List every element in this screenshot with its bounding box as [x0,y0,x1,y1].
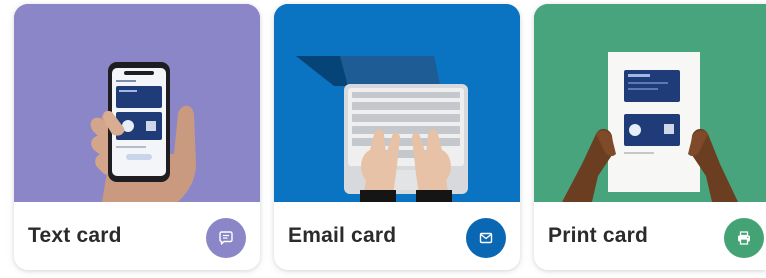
card-title: Email card [288,224,397,247]
laptop-illustration [274,4,520,202]
email-card[interactable]: Email card [274,4,520,270]
print-card[interactable]: Print card [534,4,766,270]
print-card-footer: Print card [534,202,766,270]
email-card-button[interactable] [466,218,506,258]
envelope-icon [478,230,494,246]
email-card-footer: Email card [274,202,520,270]
text-card-footer: Text card [14,202,260,270]
hand-holding-phone-illustration [14,4,260,202]
print-card-image [534,4,766,202]
email-card-image [274,4,520,202]
share-options: Text card Email card Print card [0,0,766,278]
text-card-image [14,4,260,202]
printed-card-illustration [534,4,766,202]
card-title: Text card [28,224,122,247]
text-card-button[interactable] [206,218,246,258]
print-card-button[interactable] [724,218,764,258]
text-card[interactable]: Text card [14,4,260,270]
message-icon [218,230,234,246]
printer-icon [736,230,752,246]
card-title: Print card [548,224,649,247]
